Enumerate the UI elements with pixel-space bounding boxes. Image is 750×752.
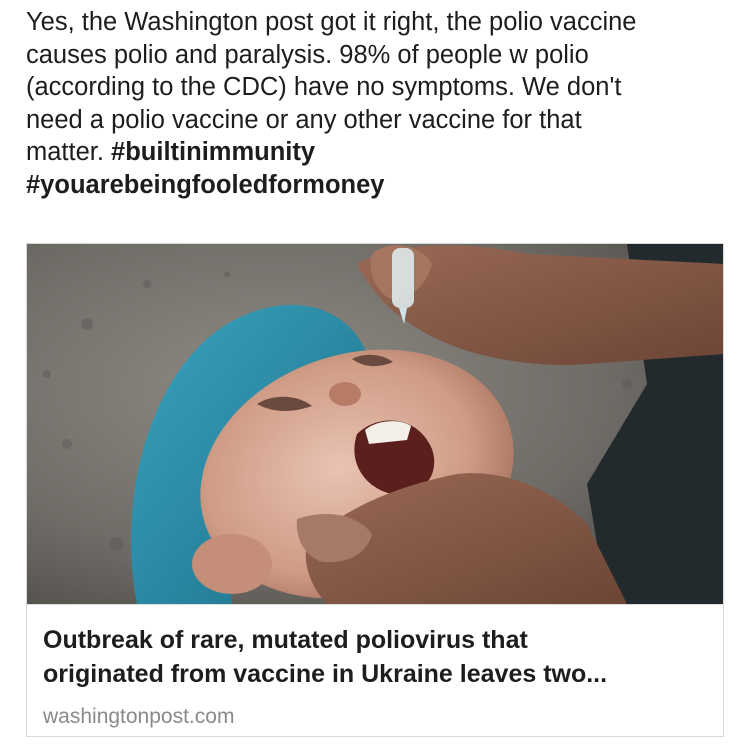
- post-text-line: need a polio vaccine or any other vaccin…: [26, 105, 582, 134]
- vaccination-photo: [27, 244, 723, 604]
- hashtag-builtinimmunity[interactable]: #builtinimmunity: [111, 138, 315, 166]
- link-preview-image[interactable]: [27, 244, 723, 604]
- hashtag-line: #youarebeingfooledformoney: [26, 169, 736, 202]
- link-preview-card[interactable]: Outbreak of rare, mutated poliovirus tha…: [26, 243, 724, 737]
- post-text-line: causes polio and paralysis. 98% of peopl…: [26, 40, 589, 69]
- link-preview-footer[interactable]: Outbreak of rare, mutated poliovirus tha…: [27, 604, 723, 736]
- article-title[interactable]: Outbreak of rare, mutated poliovirus tha…: [43, 623, 703, 691]
- post-text: Yes, the Washington post got it right, t…: [26, 6, 736, 201]
- post-text-line: Yes, the Washington post got it right, t…: [26, 8, 637, 36]
- article-domain: washingtonpost.com: [43, 705, 235, 728]
- article-title-line: Outbreak of rare, mutated poliovirus tha…: [43, 626, 528, 654]
- article-title-line: originated from vaccine in Ukraine leave…: [43, 660, 608, 688]
- post-text-line: (according to the CDC) have no symptoms.…: [26, 73, 622, 101]
- post-text-last-line: matter. #builtinimmunity: [26, 136, 736, 169]
- hashtag-youarebeingfooledformoney[interactable]: #youarebeingfooledformoney: [26, 171, 384, 199]
- post-text-fragment: matter.: [26, 138, 104, 166]
